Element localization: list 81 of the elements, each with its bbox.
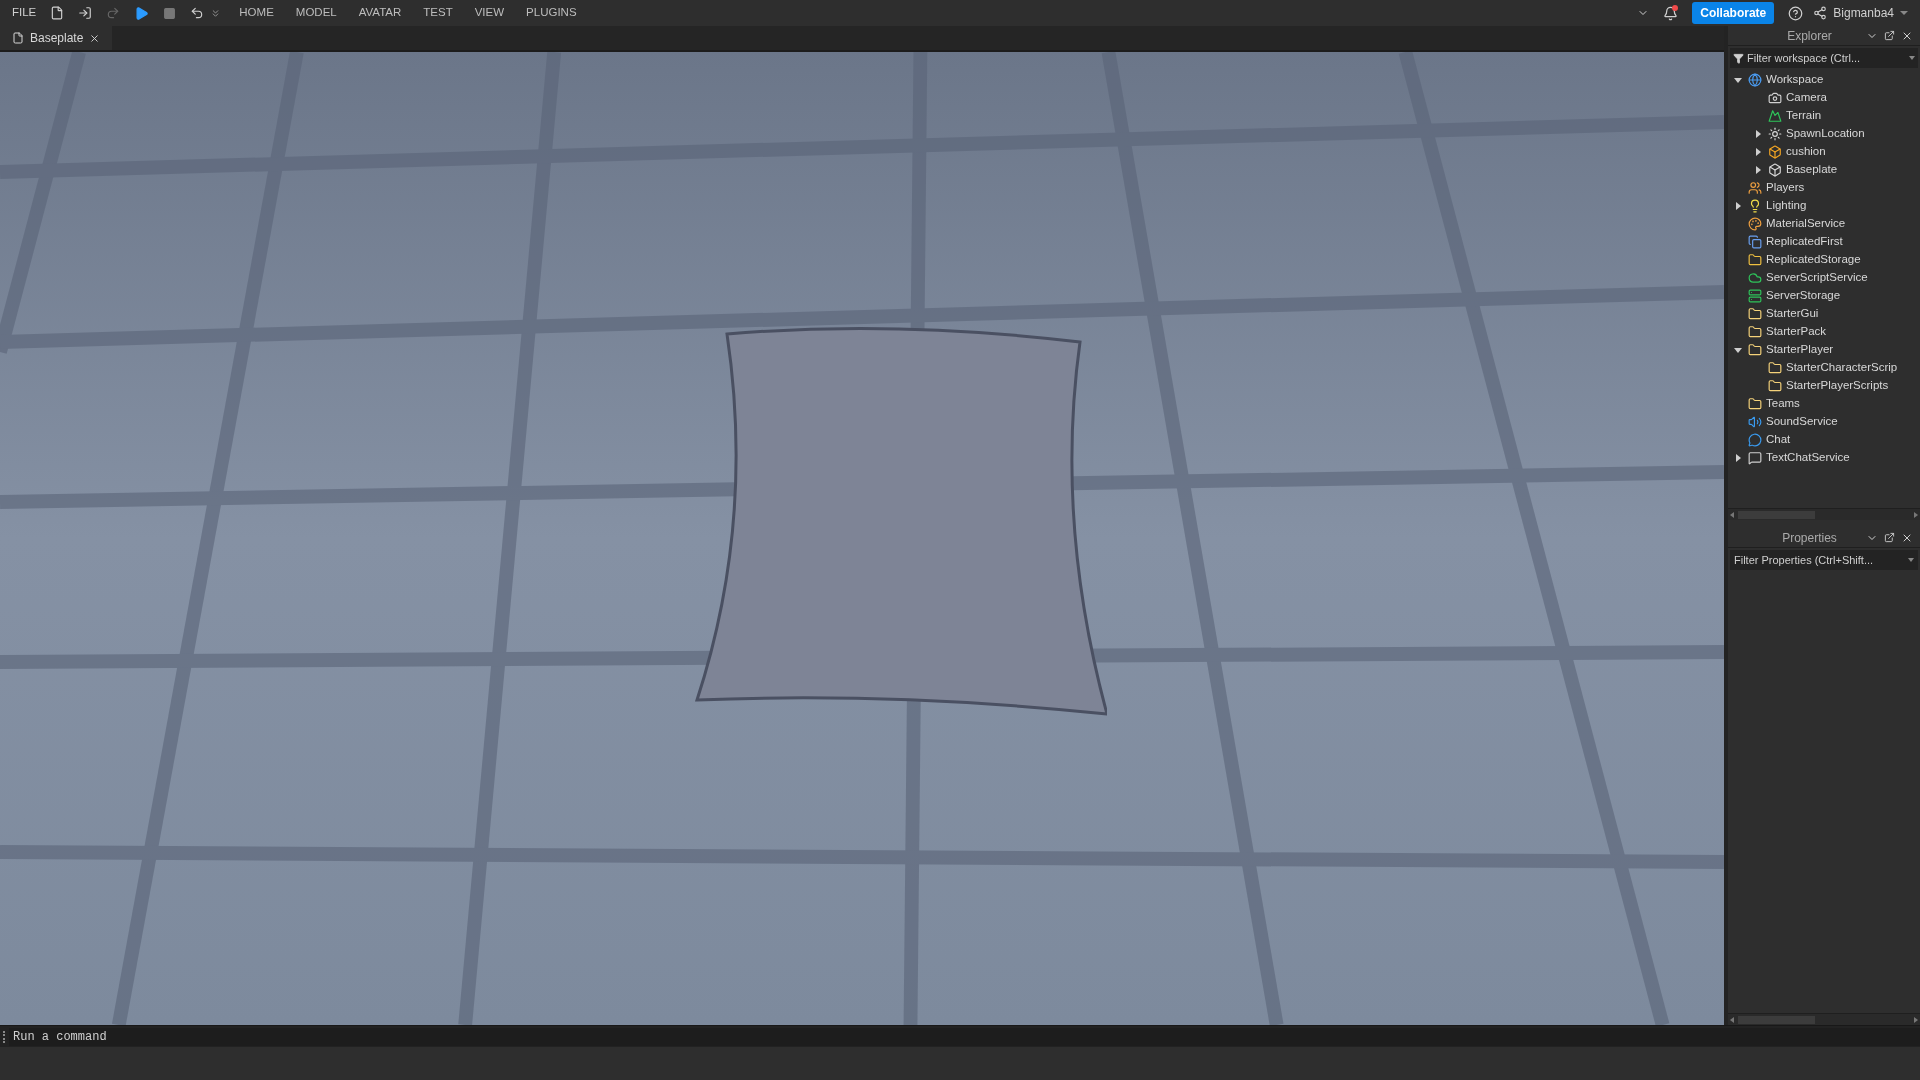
dropdown-caret-icon[interactable]	[1909, 56, 1915, 60]
palette-icon	[1748, 217, 1762, 231]
collaborate-button[interactable]: Collaborate	[1692, 2, 1775, 24]
menu-tab[interactable]: VIEW	[470, 4, 509, 22]
chat-icon	[1748, 433, 1762, 447]
help-icon[interactable]	[1788, 5, 1804, 21]
play-icon[interactable]	[134, 5, 150, 21]
menu-tab[interactable]: AVATAR	[354, 4, 406, 22]
filter-field[interactable]: Filter workspace (Ctrl...	[1730, 48, 1918, 68]
close-icon[interactable]	[89, 32, 101, 44]
tree-item[interactable]: Workspace	[1766, 71, 1824, 89]
tree-item[interactable]: StarterGui	[1766, 305, 1819, 323]
undock-icon[interactable]	[1884, 532, 1895, 543]
terrain-icon	[1768, 109, 1782, 123]
file-menu[interactable]: FILE	[12, 4, 37, 22]
tree-item[interactable]: Teams	[1766, 395, 1800, 413]
panel-title: Explorer	[1786, 27, 1833, 45]
tree-item[interactable]: Lighting	[1766, 197, 1807, 215]
document-icon	[12, 32, 24, 44]
camera-icon	[1768, 91, 1782, 105]
folder-icon	[1748, 307, 1762, 321]
tree-item[interactable]: SoundService	[1766, 413, 1838, 431]
globe-icon	[1748, 73, 1762, 87]
menu-tab[interactable]: TEST	[419, 4, 457, 22]
tree-item[interactable]: StarterCharacterScrip	[1786, 359, 1898, 377]
tree-item[interactable]: StarterPack	[1766, 323, 1827, 341]
caret-icon[interactable]	[1900, 11, 1908, 15]
filter-field[interactable]: Filter Properties (Ctrl+Shift...	[1730, 550, 1918, 570]
publish-icon[interactable]	[78, 6, 93, 20]
tree-item[interactable]: ServerScriptService	[1766, 269, 1868, 287]
menu-tab[interactable]: HOME	[235, 4, 278, 22]
expand-arrow-icon[interactable]	[1735, 202, 1741, 210]
collapse-arrow-icon[interactable]	[1734, 347, 1742, 353]
lightbulb-icon	[1748, 199, 1762, 213]
expand-arrow-icon[interactable]	[1755, 130, 1761, 138]
folder-icon	[1748, 325, 1762, 339]
expand-arrow-icon[interactable]	[1755, 148, 1761, 156]
menu-tab[interactable]: PLUGINS	[522, 4, 581, 22]
undock-icon[interactable]	[1884, 30, 1895, 41]
tree-item[interactable]: StarterPlayerScripts	[1786, 377, 1889, 395]
filter-input[interactable]: Filter workspace (Ctrl...	[1747, 49, 1906, 67]
folder-icon	[1748, 343, 1762, 357]
folder-icon	[1768, 379, 1782, 393]
folder-icon	[1748, 397, 1762, 411]
tree-item[interactable]: MaterialService	[1766, 215, 1846, 233]
tree-item[interactable]: Baseplate	[1786, 161, 1838, 179]
share-icon[interactable]	[1813, 6, 1828, 20]
people-icon	[1748, 181, 1762, 195]
tree-item[interactable]: Players	[1766, 179, 1805, 197]
collapse-arrow-icon[interactable]	[1734, 77, 1742, 83]
command-input[interactable]: Run a command	[9, 1027, 1920, 1046]
document-tab[interactable]: Baseplate	[0, 26, 113, 50]
filter-input[interactable]: Filter Properties (Ctrl+Shift...	[1734, 551, 1906, 569]
tree-item[interactable]: ReplicatedStorage	[1766, 251, 1861, 269]
stop-icon[interactable]	[163, 6, 177, 20]
speaker-icon	[1748, 415, 1762, 429]
tree-item[interactable]: ServerStorage	[1766, 287, 1841, 305]
grip-icon[interactable]	[3, 1030, 6, 1043]
expand-arrow-icon[interactable]	[1755, 166, 1761, 174]
new-file-icon[interactable]	[50, 6, 65, 20]
tree-item[interactable]: ReplicatedFirst	[1766, 233, 1843, 251]
panel-title: Properties	[1781, 529, 1838, 547]
undo-icon[interactable]	[190, 6, 205, 20]
filter-icon	[1733, 52, 1744, 64]
tree-item[interactable]: TextChatService	[1766, 449, 1850, 467]
tree-item[interactable]: Camera	[1786, 89, 1827, 107]
dropdown-caret-icon[interactable]	[1908, 558, 1914, 562]
horizontal-scrollbar[interactable]	[1728, 1013, 1920, 1025]
tree-item[interactable]: cushion	[1786, 143, 1826, 161]
menu-tab[interactable]: MODEL	[291, 4, 341, 22]
folder-icon	[1768, 361, 1782, 375]
expand-arrow-icon[interactable]	[1735, 454, 1741, 462]
horizontal-scrollbar[interactable]	[1728, 508, 1920, 520]
user-menu[interactable]: Bigmanba4	[1833, 4, 1894, 22]
chat-bubble-icon	[1748, 451, 1762, 465]
notification-bell-icon[interactable]	[1663, 5, 1679, 21]
tree-item[interactable]: SpawnLocation	[1786, 125, 1865, 143]
tree-item[interactable]: Terrain	[1786, 107, 1822, 125]
cube-icon	[1768, 163, 1782, 177]
tree-item[interactable]: Chat	[1766, 431, 1791, 449]
tree-item[interactable]: StarterPlayer	[1766, 341, 1834, 359]
